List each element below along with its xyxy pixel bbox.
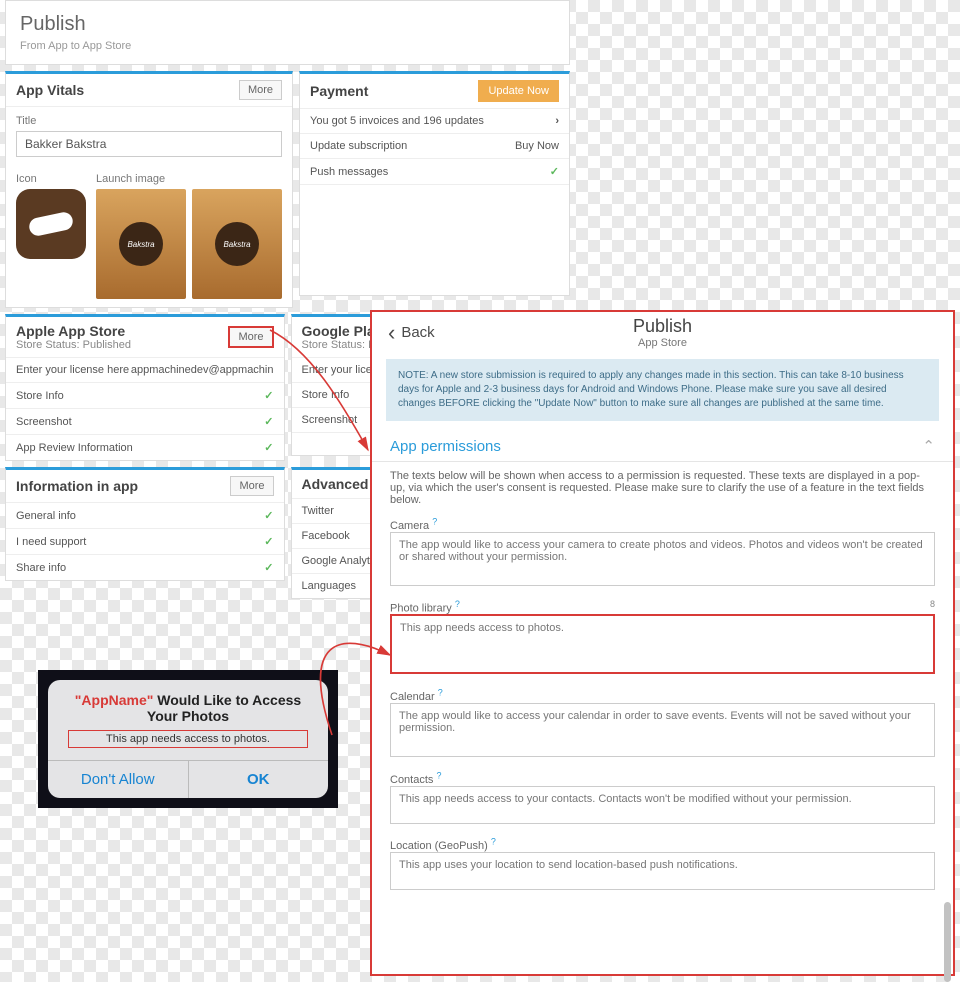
note-box: NOTE: A new store submission is required… (386, 359, 939, 421)
char-count: 8 (930, 599, 935, 615)
vitals-heading: App Vitals (16, 82, 84, 98)
help-icon[interactable]: ? (455, 599, 460, 609)
chevron-up-icon[interactable]: ⌃ (922, 437, 935, 455)
camera-label: Camera ? (390, 520, 437, 532)
panel-title: Publish (372, 316, 953, 337)
app-title-input[interactable] (16, 131, 282, 157)
check-icon: ✓ (550, 165, 559, 178)
payment-subscription-row[interactable]: Update subscriptionBuy Now (300, 134, 569, 159)
apple-status: Store Status: Published (16, 339, 131, 351)
ios-dialog-title: "AppName" Would Like to Access Your Phot… (64, 692, 312, 724)
launch-image-1[interactable]: Bakstra (96, 189, 186, 299)
help-icon[interactable]: ? (438, 687, 443, 697)
launch-label: Launch image (96, 173, 282, 185)
check-icon: ✓ (264, 535, 273, 548)
calendar-textarea[interactable] (390, 703, 935, 757)
contacts-textarea[interactable] (390, 786, 935, 824)
info-general-row[interactable]: General info✓ (6, 503, 284, 529)
ios-ok-button[interactable]: OK (189, 761, 329, 798)
apple-store-info-row[interactable]: Store Info✓ (6, 383, 284, 409)
check-icon: ✓ (264, 389, 273, 402)
info-share-row[interactable]: Share info✓ (6, 555, 284, 580)
panel-subtitle: App Store (372, 337, 953, 349)
help-icon[interactable]: ? (432, 516, 437, 526)
help-icon[interactable]: ? (436, 770, 441, 780)
scrollbar[interactable] (944, 902, 951, 982)
back-button[interactable]: ‹ Back (388, 324, 435, 341)
info-heading: Information in app (16, 478, 138, 494)
check-icon: ✓ (264, 509, 273, 522)
chevron-right-icon: › (555, 115, 559, 127)
payment-push-row[interactable]: Push messages✓ (300, 159, 569, 185)
photo-textarea[interactable] (390, 614, 935, 674)
photo-label: Photo library ? (390, 599, 460, 615)
apple-screenshot-row[interactable]: Screenshot✓ (6, 409, 284, 435)
permissions-intro: The texts below will be shown when acces… (390, 470, 935, 506)
check-icon: ✓ (264, 415, 273, 428)
payment-update-button[interactable]: Update Now (478, 80, 559, 102)
apple-heading: Apple App Store (16, 323, 131, 339)
advanced-heading: Advanced (302, 476, 369, 492)
title-label: Title (16, 115, 282, 127)
vitals-more-button[interactable]: More (239, 80, 282, 100)
help-icon[interactable]: ? (491, 837, 496, 847)
info-support-row[interactable]: I need support✓ (6, 529, 284, 555)
page-subtitle: From App to App Store (20, 40, 555, 52)
permissions-heading: App permissions (390, 438, 501, 455)
ios-deny-button[interactable]: Don't Allow (48, 761, 189, 798)
check-icon: ✓ (264, 441, 273, 454)
publish-detail-panel: ‹ Back Publish App Store NOTE: A new sto… (370, 310, 955, 976)
apple-more-button[interactable]: More (228, 326, 273, 348)
payment-heading: Payment (310, 83, 368, 99)
info-more-button[interactable]: More (230, 476, 273, 496)
apple-license-row[interactable]: Enter your license hereappmachinedev@app… (6, 358, 284, 383)
payment-invoices-row[interactable]: You got 5 invoices and 196 updates› (300, 109, 569, 134)
ios-dialog-message: This app needs access to photos. (68, 730, 308, 748)
app-icon[interactable] (16, 189, 86, 259)
check-icon: ✓ (264, 561, 273, 574)
location-label: Location (GeoPush) ? (390, 840, 496, 852)
calendar-label: Calendar ? (390, 691, 443, 703)
launch-image-2[interactable]: Bakstra (192, 189, 282, 299)
icon-label: Icon (16, 173, 86, 185)
camera-textarea[interactable] (390, 532, 935, 586)
contacts-label: Contacts ? (390, 774, 442, 786)
apple-review-row[interactable]: App Review Information✓ (6, 435, 284, 460)
page-title: Publish (20, 13, 555, 36)
ios-permission-dialog: "AppName" Would Like to Access Your Phot… (38, 670, 338, 808)
location-textarea[interactable] (390, 852, 935, 890)
